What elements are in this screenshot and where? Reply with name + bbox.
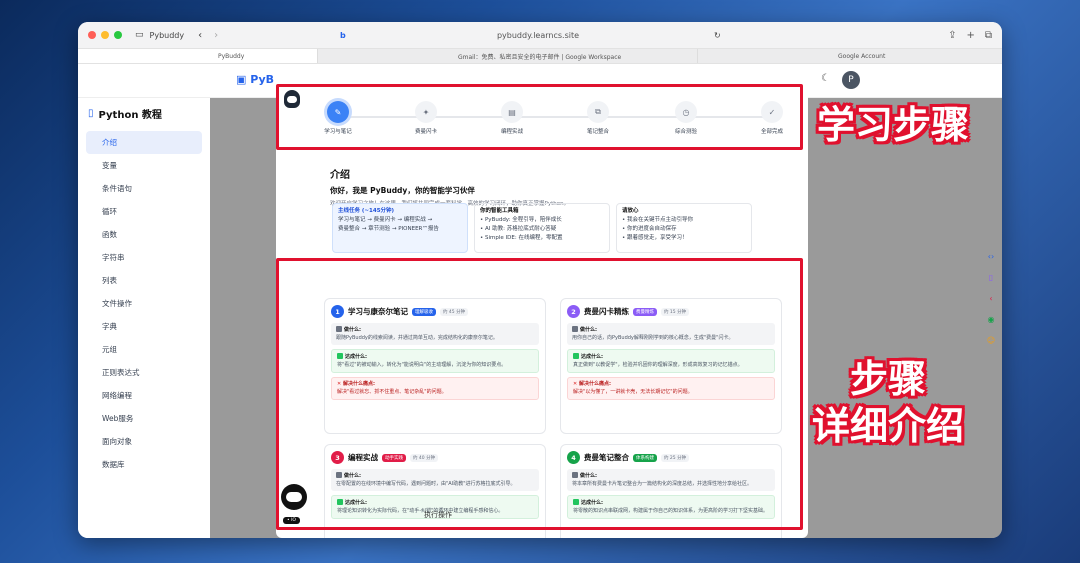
sidebar-item-strings[interactable]: 字符串: [86, 246, 202, 269]
minimize-window-button[interactable]: [101, 31, 109, 39]
sidebar-item-loops[interactable]: 循环: [86, 200, 202, 223]
sidebar-item-network[interactable]: 网络编程: [86, 384, 202, 407]
main-task-box: 主线任务 (~145分钟) 学习与笔记 → 费曼闪卡 → 编程实战 → 费曼整合…: [332, 203, 468, 253]
zoom-window-button[interactable]: [114, 31, 122, 39]
tab-google-account[interactable]: Google Account: [698, 49, 1002, 63]
logo-icon: ▣: [236, 73, 251, 86]
right-toolbar: ‹› ▯ ‹ ◉ ☺: [984, 252, 998, 345]
annotation-box-steps: [276, 84, 803, 150]
sidebar-item-tuples[interactable]: 元组: [86, 338, 202, 361]
notes-icon[interactable]: ▯: [989, 273, 993, 282]
collapse-icon[interactable]: ‹: [989, 294, 992, 303]
intro-heading: 介绍: [330, 170, 350, 181]
tab-group-label[interactable]: Pybuddy: [150, 31, 185, 40]
sidebar-item-oop[interactable]: 面向对象: [86, 430, 202, 453]
intro-columns: 主线任务 (~145分钟) 学习与笔记 → 费曼闪卡 → 编程实战 → 费曼整合…: [332, 203, 752, 253]
forward-icon[interactable]: ›: [214, 30, 218, 41]
sidebar-item-functions[interactable]: 函数: [86, 223, 202, 246]
address-bar[interactable]: pybuddy.learncs.site: [408, 31, 668, 40]
browser-toolbar: ▭ Pybuddy ‹ › b pybuddy.learncs.site ↻ ⇪…: [78, 22, 1002, 48]
sidebar: ▯ Python 教程 介绍 变量 条件语句 循环 函数 字符串 列表 文件操作…: [78, 98, 210, 538]
bot-icon[interactable]: ☺: [987, 336, 995, 345]
theme-toggle-icon[interactable]: ☾: [821, 73, 830, 84]
sidebar-item-database[interactable]: 数据库: [86, 453, 202, 476]
sidebar-title: ▯ Python 教程: [88, 108, 162, 121]
annotation-label-steps: 学习步骤: [817, 103, 970, 147]
share-icon[interactable]: ⇪: [948, 30, 956, 41]
sidebar-item-intro[interactable]: 介绍: [86, 131, 202, 154]
site-logo[interactable]: ▣ PyB: [236, 73, 274, 86]
tab-overview-icon[interactable]: ⧉: [985, 30, 992, 41]
play-circle-icon[interactable]: ◉: [988, 315, 995, 324]
sidebar-item-lists[interactable]: 列表: [86, 269, 202, 292]
intro-greeting: 你好，我是 PyBuddy，你的智能学习伙伴: [330, 186, 475, 195]
sidebar-item-web[interactable]: Web服务: [86, 407, 202, 430]
close-window-button[interactable]: [88, 31, 96, 39]
sidebar-item-dicts[interactable]: 字典: [86, 315, 202, 338]
avatar[interactable]: P: [842, 71, 860, 89]
reassure-box: 请放心 • 我会在关键节点主动引导你 • 你的进度会自动保存 • 跟着感觉走，享…: [616, 203, 752, 253]
sidebar-item-files[interactable]: 文件操作: [86, 292, 202, 315]
reload-icon[interactable]: ↻: [714, 31, 721, 40]
back-icon[interactable]: ‹: [198, 30, 202, 41]
annotation-label-details-2: 详细介绍: [812, 404, 965, 448]
sidebar-item-conditionals[interactable]: 条件语句: [86, 177, 202, 200]
book-icon: ▯: [88, 108, 94, 119]
sidebar-item-variables[interactable]: 变量: [86, 154, 202, 177]
sidebar-item-regex[interactable]: 正则表达式: [86, 361, 202, 384]
toolbox-box: 你的智能工具箱 • PyBuddy: 全程引导，陪伴成长 • AI 助教: 苏格…: [474, 203, 610, 253]
new-tab-icon[interactable]: +: [966, 30, 974, 41]
annotation-box-details: [276, 258, 803, 530]
tab-gmail[interactable]: Gmail：免费、私密且安全的电子邮件 | Google Workspace: [318, 49, 698, 63]
tab-bar: PyBuddy Gmail：免费、私密且安全的电子邮件 | Google Wor…: [78, 48, 1002, 64]
tab-pybuddy[interactable]: PyBuddy: [78, 49, 318, 63]
bing-icon[interactable]: b: [340, 31, 346, 40]
sidebar-toggle-icon[interactable]: ▭: [135, 30, 144, 40]
code-icon[interactable]: ‹›: [988, 252, 994, 261]
intro-section: 介绍 你好，我是 PyBuddy，你的智能学习伙伴 欢迎开启学习之旅！在这里，我…: [330, 166, 760, 207]
